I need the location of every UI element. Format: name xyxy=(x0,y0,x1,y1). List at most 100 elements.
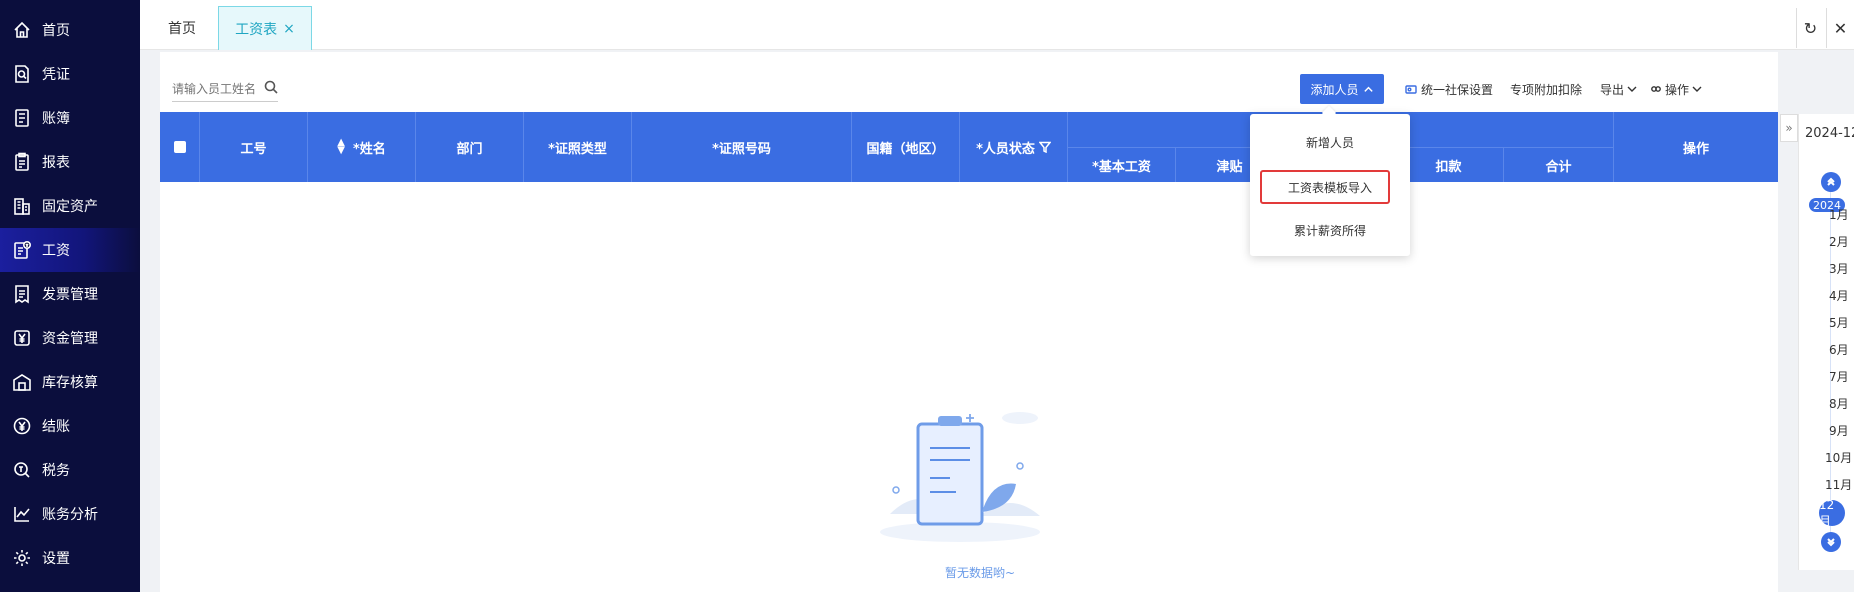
yuan-box-icon xyxy=(12,328,32,348)
sidebar-item-label: 结账 xyxy=(42,419,70,435)
export-label: 导出 xyxy=(1600,82,1625,97)
sidebar-item-home[interactable]: 首页 xyxy=(0,8,140,52)
sidebar-item-invoice[interactable]: 发票管理 xyxy=(0,272,140,316)
empty-state-text: 暂无数据哟~ xyxy=(944,566,1016,580)
menu-item-cumulative-income[interactable]: 累计薪资所得 xyxy=(1250,212,1410,248)
chevron-up-circle-icon[interactable] xyxy=(1821,172,1841,192)
month-item[interactable]: 3月 xyxy=(1829,260,1849,277)
sidebar-item-report[interactable]: 报表 xyxy=(0,140,140,184)
sidebar-item-analysis[interactable]: 账务分析 xyxy=(0,492,140,536)
tab-label: 首页 xyxy=(168,21,196,37)
col-status-label: *人员状态 xyxy=(976,141,1035,157)
sidebar-item-label: 工资 xyxy=(42,243,70,259)
add-person-dropdown: 新增人员 工资表模板导入 累计薪资所得 xyxy=(1250,114,1410,256)
table-header: 工号 ▲ ▼ *姓名 部门 *证照类型 *证照号码 国籍（地区） *人员状态 *基… xyxy=(160,112,1778,182)
yuan-circle-icon xyxy=(12,416,32,436)
col-status[interactable]: *人员状态 xyxy=(960,112,1068,182)
home-icon xyxy=(12,20,32,40)
sidebar-item-label: 资金管理 xyxy=(42,331,98,347)
sidebar-item-label: 报表 xyxy=(42,155,70,171)
select-all-checkbox-cell xyxy=(160,112,200,182)
special-deduction-button[interactable]: 专项附加扣除 xyxy=(1510,74,1582,104)
export-button[interactable]: 导出 xyxy=(1600,74,1638,104)
refresh-icon[interactable]: ↻ xyxy=(1796,8,1824,48)
building-icon xyxy=(12,196,32,216)
menu-item-add-person[interactable]: 新增人员 xyxy=(1250,124,1410,160)
add-person-label: 添加人员 xyxy=(1310,82,1359,97)
col-name-label: *姓名 xyxy=(352,141,386,157)
sidebar-item-funds[interactable]: 资金管理 xyxy=(0,316,140,360)
month-item[interactable]: 11月 xyxy=(1825,476,1852,493)
month-item[interactable]: 10月 xyxy=(1825,449,1852,466)
chevron-down-circle-icon[interactable] xyxy=(1821,532,1841,552)
operate-label: 操作 xyxy=(1665,82,1690,97)
search-input[interactable] xyxy=(172,81,260,96)
special-deduction-label: 专项附加扣除 xyxy=(1510,82,1583,97)
sidebar-item-tax[interactable]: 税务 xyxy=(0,448,140,492)
sidebar-item-label: 凭证 xyxy=(42,67,70,83)
month-item[interactable]: 1月 xyxy=(1829,206,1849,223)
search-box xyxy=(172,76,278,102)
operate-button[interactable]: 操作 xyxy=(1650,74,1703,104)
search-icon[interactable] xyxy=(264,80,278,98)
col-department[interactable]: 部门 xyxy=(416,112,524,182)
filter-icon[interactable] xyxy=(1038,141,1051,153)
chevron-down-icon xyxy=(1691,83,1703,95)
tab-salary-sheet[interactable]: 工资表 × xyxy=(218,6,312,50)
sidebar-item-label: 设置 xyxy=(42,551,70,567)
gear-icon xyxy=(12,548,32,568)
tax-icon xyxy=(12,460,32,480)
sidebar-item-settings[interactable]: 设置 xyxy=(0,536,140,580)
sidebar-item-label: 税务 xyxy=(42,463,70,479)
link-icon xyxy=(1650,83,1662,95)
col-name[interactable]: ▲ ▼ *姓名 xyxy=(308,112,416,182)
expand-panel-icon[interactable]: » xyxy=(1780,114,1798,142)
month-item[interactable]: 7月 xyxy=(1829,368,1849,385)
add-person-button[interactable]: 添加人员 xyxy=(1300,74,1384,104)
col-employee-no[interactable]: 工号 xyxy=(200,112,308,182)
social-security-setting-button[interactable]: 统一社保设置 xyxy=(1405,74,1493,104)
sidebar-item-inventory[interactable]: 库存核算 xyxy=(0,360,140,404)
month-item-active[interactable]: 12月 xyxy=(1819,498,1845,528)
month-item[interactable]: 6月 xyxy=(1829,341,1849,358)
col-id-number[interactable]: *证照号码 xyxy=(632,112,852,182)
col-deduction[interactable]: 扣款 xyxy=(1394,147,1504,182)
sort-icon[interactable]: ▲ ▼ xyxy=(337,138,345,156)
social-security-icon xyxy=(1405,83,1417,95)
sidebar-item-label: 库存核算 xyxy=(42,375,98,391)
tab-home[interactable]: 首页 xyxy=(152,6,212,50)
month-item[interactable]: 4月 xyxy=(1829,287,1849,304)
chevron-down-icon xyxy=(1626,83,1638,95)
invoice-icon xyxy=(12,284,32,304)
close-icon[interactable]: × xyxy=(283,21,295,37)
warehouse-icon xyxy=(12,372,32,392)
sidebar-item-salary[interactable]: 工资 xyxy=(0,228,140,272)
main-panel: 添加人员 统一社保设置 专项附加扣除 导出 操作 工号 ▲▼ *姓名 部门 *证… xyxy=(160,52,1778,592)
sidebar-item-voucher[interactable]: 凭证 xyxy=(0,52,140,96)
empty-illustration xyxy=(870,404,1050,544)
col-base-salary[interactable]: *基本工资 xyxy=(1068,147,1176,182)
col-id-type[interactable]: *证照类型 xyxy=(524,112,632,182)
tab-bar: 首页 工资表 × ↻ ✕ xyxy=(140,0,1854,50)
month-item[interactable]: 9月 xyxy=(1829,422,1849,439)
col-actions: 操作 xyxy=(1682,141,1709,157)
period-panel: 2024-12 2024 1月 2月 3月 4月 5月 6月 7月 8月 9月 … xyxy=(1798,114,1854,570)
month-item[interactable]: 8月 xyxy=(1829,395,1849,412)
col-nationality[interactable]: 国籍（地区） xyxy=(852,112,960,182)
sidebar: 首页 凭证 账簿 报表 固定资产 工资 发票管理 资金管理 库存核算 结账 税务 xyxy=(0,0,140,592)
month-item[interactable]: 5月 xyxy=(1829,314,1849,331)
sidebar-item-fixed-assets[interactable]: 固定资产 xyxy=(0,184,140,228)
menu-item-template-import[interactable]: 工资表模板导入 xyxy=(1250,169,1410,205)
month-item[interactable]: 2月 xyxy=(1829,233,1849,250)
sidebar-item-label: 发票管理 xyxy=(42,287,98,303)
salary-icon xyxy=(12,240,32,260)
select-all-checkbox[interactable] xyxy=(173,141,186,153)
tab-label: 工资表 xyxy=(235,21,278,38)
sidebar-item-label: 账簿 xyxy=(42,111,70,127)
sidebar-item-closing[interactable]: 结账 xyxy=(0,404,140,448)
col-total[interactable]: 合计 xyxy=(1504,147,1614,182)
close-all-icon[interactable]: ✕ xyxy=(1826,8,1854,48)
chart-line-icon xyxy=(12,504,32,524)
sidebar-item-ledger[interactable]: 账簿 xyxy=(0,96,140,140)
social-security-label: 统一社保设置 xyxy=(1421,82,1494,97)
